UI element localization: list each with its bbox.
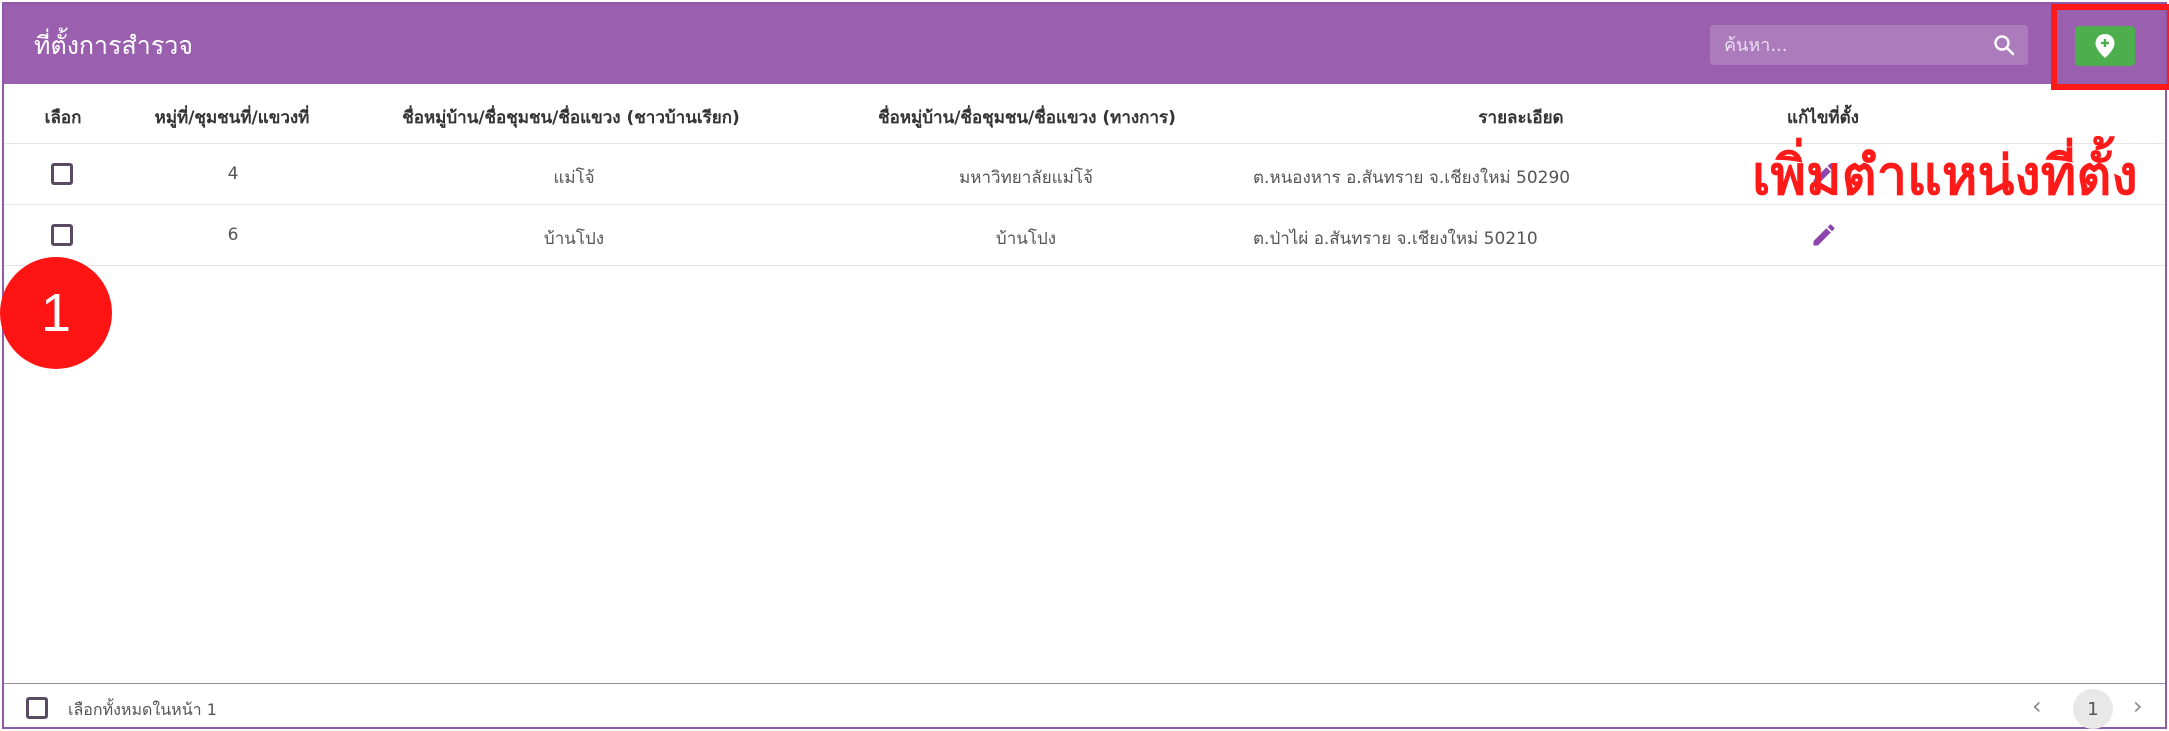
select-all-checkbox[interactable]	[26, 697, 48, 719]
row-checkbox[interactable]	[51, 224, 73, 246]
page-title: ที่ตั้งการสำรวจ	[34, 31, 193, 60]
row-detail: ต.หนองหาร อ.สันทราย จ.เชียงใหม่ 50290	[1253, 168, 1571, 188]
survey-location-panel: ที่ตั้งการสำรวจ เลือก หมู่ที่/ชุมชนที่/แ…	[2, 2, 2169, 731]
row-detail: ต.ป่าไผ่ อ.สันทราย จ.เชียงใหม่ 50210	[1253, 229, 1538, 249]
row-number: 4	[227, 164, 239, 184]
column-detail: รายละเอียด	[1478, 108, 1564, 128]
search-input[interactable]	[1724, 25, 1974, 65]
search-icon[interactable]	[1992, 33, 2016, 57]
row-local-name: แม่โจ้	[553, 168, 595, 188]
column-edit-location: แก้ไขที่ตั้ง	[1787, 108, 1859, 128]
add-location-annotation: เพิ่มตำแหน่งที่ตั้ง	[1752, 144, 2138, 207]
table-footer: เลือกทั้งหมดในหน้า 1 ‹ 1 ›	[4, 683, 2165, 731]
add-location-highlight	[2051, 4, 2169, 90]
pagination-page-button[interactable]: 1	[2073, 689, 2113, 729]
column-official-name: ชื่อหมู่บ้าน/ชื่อชุมชน/ชื่อแขวง (ทางการ)	[878, 108, 1176, 128]
column-select: เลือก	[44, 108, 82, 128]
column-local-name: ชื่อหมู่บ้าน/ชื่อชุมชน/ชื่อแขวง (ชาวบ้าน…	[402, 108, 740, 128]
row-checkbox[interactable]	[51, 163, 73, 185]
pagination-next-button[interactable]: ›	[2133, 692, 2143, 720]
row-local-name: บ้านโปง	[543, 229, 605, 249]
panel-header: ที่ตั้งการสำรวจ	[4, 4, 2165, 84]
column-number: หมู่ที่/ชุมชนที่/แขวงที่	[154, 108, 310, 128]
pagination-prev-button[interactable]: ‹	[2032, 692, 2042, 720]
row-number: 6	[227, 225, 239, 245]
select-all-label: เลือกทั้งหมดในหน้า 1	[68, 700, 217, 719]
pencil-icon[interactable]	[1810, 221, 1838, 249]
search-box[interactable]	[1710, 25, 2028, 65]
step-number-badge: 1	[0, 257, 112, 369]
row-official-name: มหาวิทยาลัยแม่โจ้	[959, 168, 1093, 188]
row-official-name: บ้านโปง	[995, 229, 1057, 249]
